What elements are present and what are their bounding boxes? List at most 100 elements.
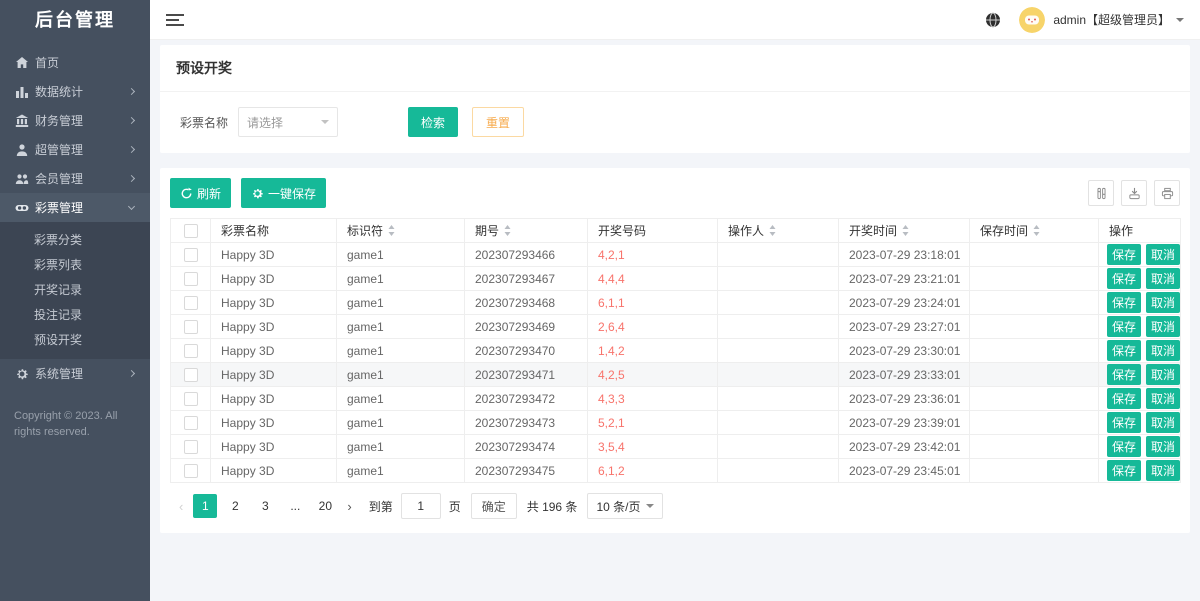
sort-icon[interactable]: [388, 225, 395, 236]
table-header-row: 彩票名称 标识符 期号 开奖号码 操作人 开奖时间 保存时间 操作: [170, 218, 1181, 243]
cell-issue: 202307293473: [464, 410, 588, 435]
table-row: Happy 3D game1 202307293472 4,3,3 2023-07-29…: [170, 386, 1181, 411]
sidebar-subitem-preset-draw[interactable]: 预设开奖: [0, 328, 150, 353]
cell-draw-numbers: 6,1,1: [587, 290, 718, 315]
sort-icon[interactable]: [769, 225, 776, 236]
next-page-button[interactable]: ›: [340, 499, 358, 514]
cell-lottery-name: Happy 3D: [210, 314, 337, 339]
cell-operator: [717, 290, 839, 315]
row-cancel-button[interactable]: 取消: [1146, 268, 1180, 289]
copyright-text: Copyright © 2023. All rights reserved.: [14, 410, 118, 438]
row-cancel-button[interactable]: 取消: [1146, 364, 1180, 385]
page-button[interactable]: 1: [193, 494, 218, 518]
filter-card: 预设开奖 彩票名称 请选择 检索 重置: [160, 45, 1190, 153]
hamburger-menu-icon[interactable]: [166, 11, 184, 29]
row-save-button[interactable]: 保存: [1107, 292, 1142, 313]
row-save-button[interactable]: 保存: [1107, 460, 1142, 481]
row-cancel-button[interactable]: 取消: [1146, 412, 1180, 433]
current-user[interactable]: admin【超级管理员】: [1053, 11, 1170, 28]
select-placeholder: 请选择: [247, 115, 284, 130]
sort-icon[interactable]: [1033, 225, 1040, 236]
sidebar-item-label: 会员管理: [35, 172, 84, 186]
sidebar-subitem-bet-records[interactable]: 投注记录: [0, 303, 150, 328]
cell-identifier: game1: [336, 386, 465, 411]
cell-identifier: game1: [336, 362, 465, 387]
cell-operator: [717, 242, 839, 267]
globe-icon[interactable]: [985, 12, 1001, 28]
row-cancel-button[interactable]: 取消: [1146, 388, 1180, 409]
row-save-button[interactable]: 保存: [1107, 316, 1142, 337]
sidebar-subitem-lottery-category[interactable]: 彩票分类: [0, 228, 150, 253]
row-checkbox[interactable]: [183, 343, 198, 358]
export-button[interactable]: [1121, 180, 1147, 206]
row-save-button[interactable]: 保存: [1107, 412, 1142, 433]
lottery-name-select[interactable]: 请选择: [238, 107, 339, 137]
row-checkbox[interactable]: [183, 463, 198, 478]
row-save-button[interactable]: 保存: [1107, 340, 1142, 361]
row-save-button[interactable]: 保存: [1107, 244, 1142, 265]
sidebar-item-lottery[interactable]: 彩票管理: [0, 193, 150, 222]
row-cancel-button[interactable]: 取消: [1146, 292, 1180, 313]
sidebar-subitem-lottery-list[interactable]: 彩票列表: [0, 253, 150, 278]
chevron-right-icon: [127, 174, 136, 183]
row-cancel-button[interactable]: 取消: [1146, 340, 1180, 361]
row-checkbox[interactable]: [183, 391, 198, 406]
select-all-checkbox[interactable]: [183, 223, 198, 238]
row-save-button[interactable]: 保存: [1107, 388, 1142, 409]
cell-lottery-name: Happy 3D: [210, 458, 337, 483]
row-save-button[interactable]: 保存: [1107, 268, 1142, 289]
sort-icon[interactable]: [902, 225, 909, 236]
sidebar-item-home[interactable]: 首页: [0, 48, 150, 77]
row-cancel-button[interactable]: 取消: [1146, 460, 1180, 481]
filter-row: 彩票名称 请选择 检索 重置: [160, 92, 1190, 153]
reset-button[interactable]: 重置: [472, 107, 525, 137]
select-caret-icon: [646, 504, 655, 508]
save-all-button[interactable]: 一键保存: [241, 178, 327, 208]
cell-issue: 202307293469: [464, 314, 588, 339]
row-checkbox[interactable]: [183, 319, 198, 334]
cell-lottery-name: Happy 3D: [210, 410, 337, 435]
sidebar-item-finance[interactable]: 财务管理: [0, 106, 150, 135]
filter-columns-button[interactable]: [1088, 180, 1114, 206]
row-cancel-button[interactable]: 取消: [1146, 436, 1180, 457]
row-checkbox[interactable]: [183, 367, 198, 382]
sidebar-item-members[interactable]: 会员管理: [0, 164, 150, 193]
sidebar-item-statistics[interactable]: 数据统计: [0, 77, 150, 106]
avatar[interactable]: [1019, 6, 1046, 33]
cell-identifier: game1: [336, 458, 465, 483]
lottery-name-label: 彩票名称: [180, 115, 229, 130]
goto-page-input[interactable]: [400, 493, 441, 519]
cell-lottery-name: Happy 3D: [210, 242, 337, 267]
cell-actions: 保存 取消: [1098, 458, 1181, 483]
page-button[interactable]: 3: [253, 494, 277, 518]
user-dropdown-caret-icon[interactable]: [1176, 17, 1184, 22]
row-checkbox[interactable]: [183, 439, 198, 454]
sort-icon[interactable]: [504, 225, 511, 236]
users-icon: [15, 172, 29, 186]
table-row: Happy 3D game1 202307293474 3,5,4 2023-07-29…: [170, 434, 1181, 459]
table-row: Happy 3D game1 202307293473 5,2,1 2023-07-29…: [170, 410, 1181, 435]
sidebar-subitem-draw-records[interactable]: 开奖记录: [0, 278, 150, 303]
row-checkbox[interactable]: [183, 247, 198, 262]
per-page-select[interactable]: 10 条/页: [587, 493, 664, 519]
print-button[interactable]: [1154, 180, 1180, 206]
row-checkbox[interactable]: [183, 271, 198, 286]
goto-confirm-button[interactable]: 确定: [470, 493, 517, 519]
table-row: Happy 3D game1 202307293475 6,1,2 2023-07-29…: [170, 458, 1181, 483]
col-issue: 期号: [464, 218, 588, 243]
prev-page-button[interactable]: ‹: [172, 499, 190, 514]
sidebar-item-superadmin[interactable]: 超管管理: [0, 135, 150, 164]
page-button[interactable]: 2: [223, 494, 247, 518]
row-save-button[interactable]: 保存: [1107, 364, 1142, 385]
cell-issue: 202307293468: [464, 290, 588, 315]
sidebar-item-system[interactable]: 系统管理: [0, 359, 150, 388]
user-icon: [15, 143, 29, 157]
row-save-button[interactable]: 保存: [1107, 436, 1142, 457]
row-checkbox[interactable]: [183, 295, 198, 310]
refresh-button[interactable]: 刷新: [170, 178, 232, 208]
page-button[interactable]: 20: [313, 494, 337, 518]
search-button[interactable]: 检索: [408, 107, 459, 137]
row-checkbox[interactable]: [183, 415, 198, 430]
row-cancel-button[interactable]: 取消: [1146, 316, 1180, 337]
row-cancel-button[interactable]: 取消: [1146, 244, 1180, 265]
